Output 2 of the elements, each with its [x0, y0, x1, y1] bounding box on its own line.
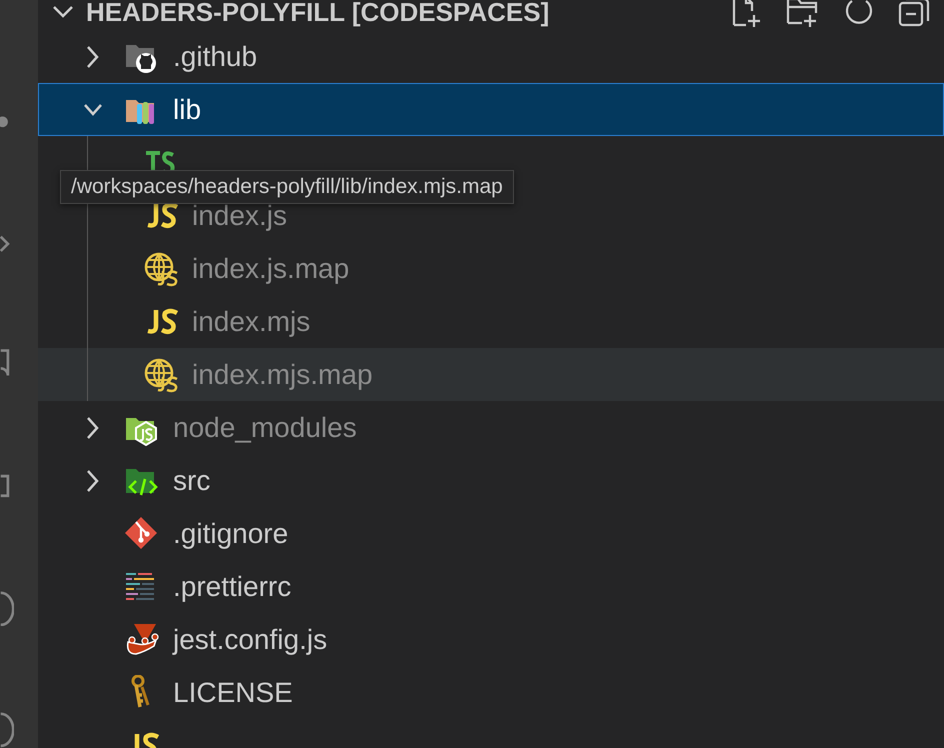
- section-title: HEADERS-POLYFILL [CODESPACES]: [86, 0, 550, 28]
- tooltip: /workspaces/headers-polyfill/lib/index.mjs.map: [60, 170, 514, 204]
